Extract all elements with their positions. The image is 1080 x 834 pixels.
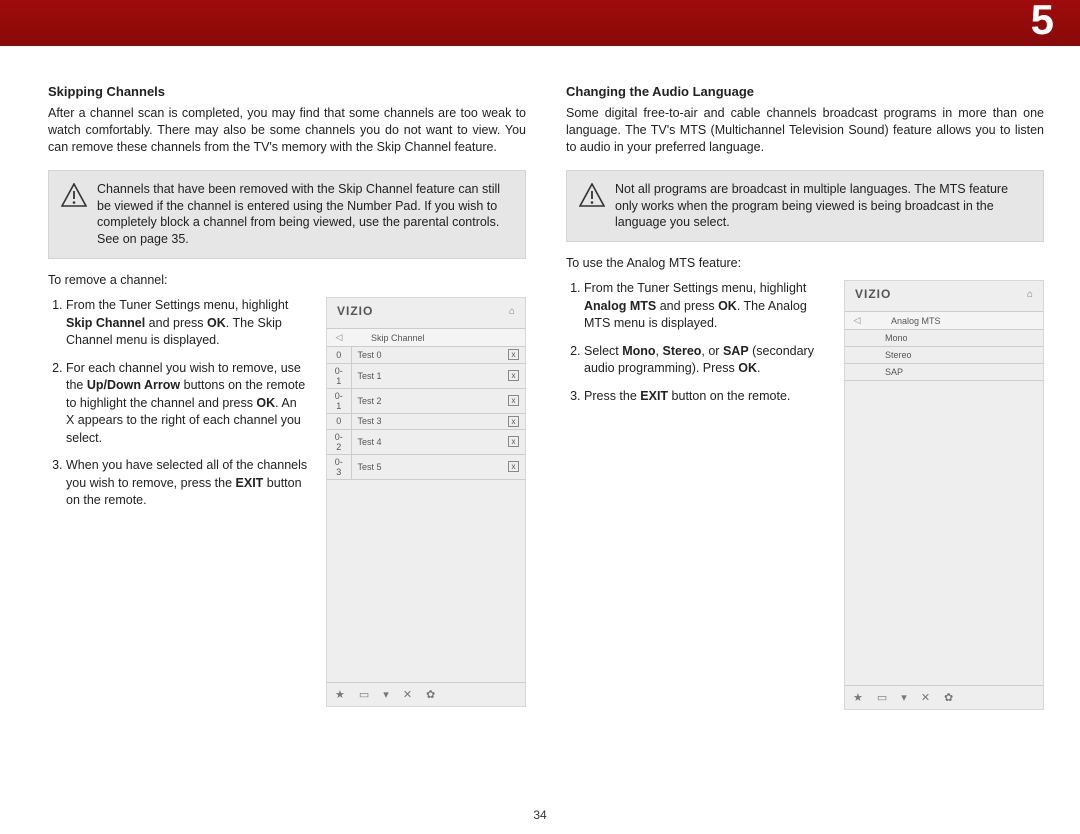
intro-skipping: After a channel scan is completed, you m… [48, 105, 526, 156]
osd-logo: VIZIO [855, 287, 891, 301]
osd-skip-title: Skip Channel [345, 333, 425, 343]
notice-skip: Channels that have been removed with the… [48, 170, 526, 260]
notice-skip-text: Channels that have been removed with the… [97, 181, 513, 249]
chevron-down-icon: ▾ [383, 688, 389, 701]
checkbox-icon: x [508, 349, 519, 360]
heading-audio: Changing the Audio Language [566, 84, 1044, 99]
lead-remove: To remove a channel: [48, 273, 526, 287]
step-skip-1: From the Tuner Settings menu, highlight … [66, 297, 308, 350]
intro-audio: Some digital free-to-air and cable chann… [566, 105, 1044, 156]
steps-skip: From the Tuner Settings menu, highlight … [48, 297, 308, 520]
wide-icon: ▭ [359, 688, 369, 701]
osd-skip-table: 0Test 0x 0-1Test 1x 0-1Test 2x 0Test 3x … [327, 347, 525, 480]
left-column: Skipping Channels After a channel scan i… [48, 84, 526, 710]
back-icon: ◁ [333, 332, 345, 343]
warning-icon [579, 183, 605, 212]
checkbox-icon: x [508, 370, 519, 381]
table-row: 0-1Test 2x [327, 388, 525, 413]
notice-mts: Not all programs are broadcast in multip… [566, 170, 1044, 243]
step-mts-1: From the Tuner Settings menu, highlight … [584, 280, 826, 333]
table-row: 0-2Test 4x [327, 429, 525, 454]
table-row: 0-3Test 5x [327, 454, 525, 479]
notice-mts-text: Not all programs are broadcast in multip… [615, 181, 1031, 232]
heading-skipping: Skipping Channels [48, 84, 526, 99]
close-icon: ✕ [403, 688, 412, 701]
checkbox-icon: x [508, 436, 519, 447]
step-mts-3: Press the EXIT button on the remote. [584, 388, 826, 406]
osd-logo: VIZIO [337, 304, 373, 318]
lead-mts: To use the Analog MTS feature: [566, 256, 1044, 270]
osd-footer: ★ ▭ ▾ ✕ ✿ [845, 685, 1043, 709]
step-mts-2: Select Mono, Stereo, or SAP (secondary a… [584, 343, 826, 378]
list-item: Stereo [845, 347, 1043, 364]
checkbox-icon: x [508, 461, 519, 472]
step-skip-3: When you have selected all of the channe… [66, 457, 308, 510]
checkbox-icon: x [508, 395, 519, 406]
chapter-number: 5 [1031, 0, 1054, 44]
step-skip-2: For each channel you wish to remove, use… [66, 360, 308, 448]
star-icon: ★ [853, 691, 863, 704]
checkbox-icon: x [508, 416, 519, 427]
list-item: SAP [845, 364, 1043, 381]
star-icon: ★ [335, 688, 345, 701]
home-icon: ⌂ [509, 306, 515, 317]
gear-icon: ✿ [944, 691, 953, 704]
table-row: 0Test 3x [327, 413, 525, 429]
osd-footer: ★ ▭ ▾ ✕ ✿ [327, 682, 525, 706]
osd-mts-title: Analog MTS [863, 316, 1037, 326]
page-body: Skipping Channels After a channel scan i… [0, 46, 1080, 710]
page-number: 34 [0, 808, 1080, 822]
gear-icon: ✿ [426, 688, 435, 701]
table-row: 0Test 0x [327, 347, 525, 363]
right-column: Changing the Audio Language Some digital… [566, 84, 1044, 710]
osd-skip: VIZIO ⌂ ◁ Skip Channel 0Test 0x 0-1Test … [326, 297, 526, 707]
list-item: Mono [845, 330, 1043, 347]
osd-mts: VIZIO ⌂ ◁ Analog MTS Mono Stereo SAP ★ ▭… [844, 280, 1044, 710]
steps-mts: From the Tuner Settings menu, highlight … [566, 280, 826, 415]
home-icon: ⌂ [1027, 289, 1033, 300]
warning-icon [61, 183, 87, 212]
chevron-down-icon: ▾ [901, 691, 907, 704]
table-row: 0-1Test 1x [327, 363, 525, 388]
chapter-bar: 5 [0, 0, 1080, 46]
close-icon: ✕ [921, 691, 930, 704]
back-icon: ◁ [851, 315, 863, 326]
wide-icon: ▭ [877, 691, 887, 704]
